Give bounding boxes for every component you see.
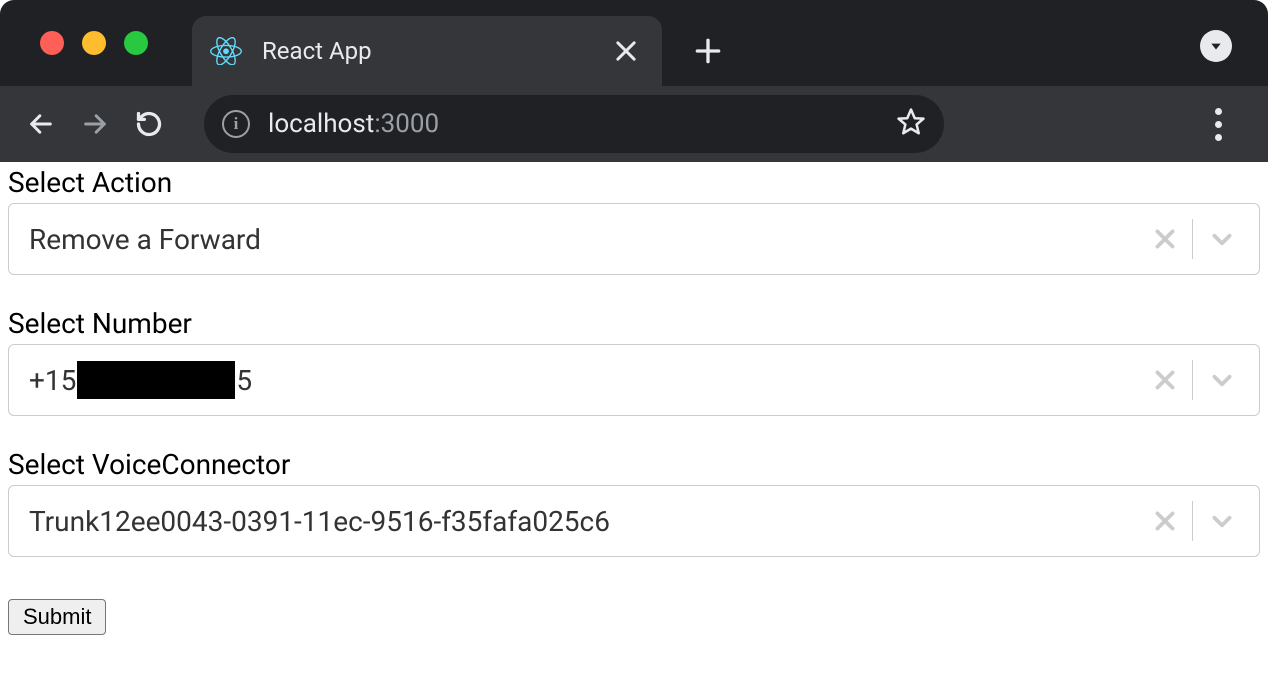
action-dropdown-icon[interactable] bbox=[1195, 226, 1249, 252]
voice-connector-dropdown-icon[interactable] bbox=[1195, 508, 1249, 534]
new-tab-button[interactable] bbox=[692, 35, 724, 67]
voice-connector-select[interactable]: Trunk12ee0043-0391-11ec-9516-f35fafa025c… bbox=[8, 485, 1260, 557]
redacted-segment bbox=[77, 361, 235, 399]
voice-connector-select-value: Trunk12ee0043-0391-11ec-9516-f35fafa025c… bbox=[29, 505, 1140, 538]
address-bar[interactable]: i localhost:3000 bbox=[204, 95, 944, 153]
window-fullscreen-button[interactable] bbox=[124, 31, 148, 55]
indicator-separator bbox=[1192, 360, 1193, 400]
bookmark-star-icon[interactable] bbox=[896, 107, 926, 141]
window-traffic-lights bbox=[40, 31, 148, 55]
site-info-icon[interactable]: i bbox=[222, 110, 250, 138]
window-minimize-button[interactable] bbox=[82, 31, 106, 55]
page-content: Select Action Remove a Forward Select Nu… bbox=[0, 162, 1268, 635]
number-label: Select Number bbox=[8, 307, 1260, 340]
browser-menu-button[interactable] bbox=[1198, 108, 1238, 141]
nav-forward-button[interactable] bbox=[74, 103, 116, 145]
indicator-separator bbox=[1192, 501, 1193, 541]
number-value-suffix: 5 bbox=[236, 364, 252, 397]
tab-title: React App bbox=[262, 37, 612, 65]
tab-close-button[interactable] bbox=[612, 37, 640, 65]
action-label: Select Action bbox=[8, 166, 1260, 199]
number-select[interactable]: +15 5 bbox=[8, 344, 1260, 416]
tab-bar: React App bbox=[0, 0, 1268, 86]
url-text: localhost:3000 bbox=[268, 109, 439, 139]
action-clear-button[interactable] bbox=[1140, 226, 1190, 252]
action-select-value: Remove a Forward bbox=[29, 223, 1140, 256]
react-favicon-icon bbox=[210, 35, 242, 67]
action-select[interactable]: Remove a Forward bbox=[8, 203, 1260, 275]
browser-toolbar: i localhost:3000 bbox=[0, 86, 1268, 162]
field-number: Select Number +15 5 bbox=[8, 307, 1260, 416]
voice-connector-clear-button[interactable] bbox=[1140, 508, 1190, 534]
number-clear-button[interactable] bbox=[1140, 367, 1190, 393]
submit-button[interactable]: Submit bbox=[8, 599, 106, 635]
voice-connector-label: Select VoiceConnector bbox=[8, 448, 1260, 481]
url-port: :3000 bbox=[374, 109, 439, 139]
field-action: Select Action Remove a Forward bbox=[8, 166, 1260, 275]
select-indicators bbox=[1140, 486, 1249, 556]
number-value-prefix: +15 bbox=[29, 364, 76, 397]
browser-chrome: React App bbox=[0, 0, 1268, 162]
select-indicators bbox=[1140, 345, 1249, 415]
nav-reload-button[interactable] bbox=[128, 103, 170, 145]
chrome-dropdown-button[interactable] bbox=[1200, 30, 1232, 62]
nav-back-button[interactable] bbox=[20, 103, 62, 145]
number-dropdown-icon[interactable] bbox=[1195, 367, 1249, 393]
number-select-value: +15 5 bbox=[29, 361, 1140, 399]
url-host: localhost bbox=[268, 109, 374, 139]
field-voice-connector: Select VoiceConnector Trunk12ee0043-0391… bbox=[8, 448, 1260, 557]
indicator-separator bbox=[1192, 219, 1193, 259]
browser-tab-active[interactable]: React App bbox=[192, 16, 662, 86]
select-indicators bbox=[1140, 204, 1249, 274]
window-close-button[interactable] bbox=[40, 31, 64, 55]
